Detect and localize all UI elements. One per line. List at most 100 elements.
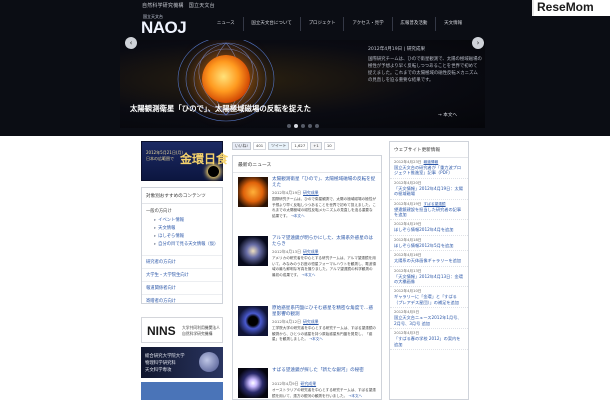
- facebook-like-button[interactable]: いいね!: [232, 142, 251, 150]
- news-title[interactable]: 原始惑星系円盤にひそむ惑星を精密な角度で…惑星影響の観測: [272, 306, 376, 318]
- slide-prev-arrow-icon[interactable]: ‹: [125, 37, 137, 49]
- panel-title: 対象別おすすめのコンテンツ: [142, 188, 222, 204]
- news-read-more[interactable]: →本文へ: [309, 337, 323, 341]
- news-category-link[interactable]: 研究成果: [303, 319, 319, 324]
- update-link[interactable]: 国立天文台ニュース2012年1月号、2月号、3月号 追加: [394, 315, 464, 326]
- update-date-text: 2012年4月3日: [394, 331, 420, 336]
- link-starry-sky[interactable]: ほしぞら情報: [142, 231, 222, 239]
- news-title[interactable]: アルマ望遠鏡が明らかにした、太陽系外惑星のはたらき: [272, 236, 376, 248]
- news-body: 工学院大学の研究者を中心とする研究チームは、すばる望遠鏡の観測から、ひとつの惑星…: [272, 326, 376, 343]
- social-share-bar: いいね! 401 ツイート 1,627 +1 10: [232, 141, 382, 151]
- news-category-link[interactable]: 研究成果: [303, 190, 319, 195]
- nav-about[interactable]: 国立天文台について: [242, 17, 300, 31]
- link-events[interactable]: イベント情報: [142, 215, 222, 223]
- annular-eclipse-banner[interactable]: 2012年5月21日(月) 日本の広範囲で 金環日食: [141, 141, 228, 181]
- news-thumbnail[interactable]: [238, 236, 268, 266]
- update-link[interactable]: 「すばる春の学校 2012」の案内を追加: [394, 336, 464, 347]
- update-item: 2012年4月10日 ギャラリーに「金環」と「すばる（プレアデス星団）」の補足を追…: [390, 287, 468, 309]
- nav-astro-info[interactable]: 天文情報: [435, 17, 470, 31]
- banner-line: 総合研究大学院大学: [145, 354, 185, 359]
- hero-description-line: の見直しを迫る重要な結果です。: [368, 78, 434, 83]
- link-researchers[interactable]: 研究者の方向け: [142, 255, 222, 268]
- news-title[interactable]: すばる望遠鏡が探した「新たな銀河」の秘密: [272, 368, 376, 374]
- news-thumbnail[interactable]: [238, 368, 268, 398]
- nav-outreach[interactable]: 広報普及活動: [391, 17, 436, 31]
- sokendai-banner[interactable]: 総合研究大学院大学 物理科学研究科 天文科学専攻: [141, 347, 223, 378]
- news-date-text: 2012年4月13日: [272, 249, 301, 254]
- slide-dot[interactable]: [315, 124, 319, 128]
- update-item: 2012年4月19日 ほしぞら情報2012年4月を追加: [390, 220, 468, 236]
- audience-general-label[interactable]: 一般の方向け: [142, 204, 222, 215]
- update-date-text: 2012年4月18日: [394, 237, 422, 242]
- news-date: 2012年4月12日 研究成果: [272, 319, 319, 325]
- news-date: 2012年4月13日 研究成果: [272, 249, 319, 255]
- update-item: 2012年4月16日 太陽系の天体画像ギャラリーを追加: [390, 251, 468, 267]
- gplus-button[interactable]: +1: [310, 142, 322, 150]
- bottom-banner[interactable]: [141, 382, 223, 400]
- news-date-text: 2012年4月9日: [272, 381, 299, 386]
- news-date-text: 2012年4月19日: [272, 190, 301, 195]
- news-body-text: アメリカの研究者を中心とする研究チームは、アルマ望遠鏡を用いて、みなみのうお座の…: [272, 256, 376, 277]
- link-donors[interactable]: 寄贈者の方向け: [142, 294, 222, 307]
- resemom-watermark: ReseMom: [532, 0, 610, 16]
- nav-news[interactable]: ニュース: [209, 17, 243, 31]
- slide-dot[interactable]: [308, 124, 312, 128]
- hero-description-line: 国際研究チームは、ひので衛星観測で、太陽の極域磁場の: [368, 57, 482, 62]
- slide-pagination: [287, 124, 319, 128]
- hero-slideshow[interactable]: 2012年4月19日 | 研究成果 国際研究チームは、ひので衛星観測で、太陽の極…: [120, 40, 485, 128]
- link-observe[interactable]: 自分の目で見る天文情報（仮）: [142, 239, 222, 247]
- nins-banner[interactable]: NINS 大学共同利用機関法人 自然科学研究機構: [141, 317, 223, 343]
- update-item: 2012年4月19日 すばる望遠鏡 望遠鏡建設を担当した研究者の記事を追加: [390, 200, 468, 221]
- update-link[interactable]: ギャラリーに「金環」と「すばる（プレアデス星団）」の補足を追加: [394, 294, 464, 305]
- update-category-link[interactable]: すばる望遠鏡: [424, 202, 446, 206]
- news-date: 2012年4月19日 研究成果: [272, 190, 319, 196]
- naoj-logo[interactable]: 国立天文台 NAOJ: [141, 11, 197, 41]
- hero-description-line: 極性が予想より早く反転しつつあることを世界で初めて: [368, 64, 478, 69]
- nav-access[interactable]: アクセス・見学: [343, 17, 391, 31]
- update-link[interactable]: ほしぞら情報2012年4月を追加: [394, 227, 464, 232]
- planet-icon: [199, 352, 219, 372]
- news-category-link[interactable]: 研究成果: [301, 381, 317, 386]
- banner-line: 物理科学研究科: [145, 361, 176, 366]
- tweet-button[interactable]: ツイート: [268, 142, 290, 150]
- link-press[interactable]: 報道関係者向け: [142, 281, 222, 294]
- nins-logo-text: NINS: [147, 324, 176, 338]
- slide-next-arrow-icon[interactable]: ›: [472, 37, 484, 49]
- news-date: 2012年4月9日 研究成果: [272, 381, 316, 387]
- news-body: オーストラリアの研究者を中心とする研究チームは、すばる望遠鏡を用いて、遠方の銀河…: [272, 388, 376, 399]
- update-link[interactable]: 「天文情報」2012年4月13日：金環の大橋画像: [394, 274, 464, 285]
- site-header: 自然科学研究機構 国立天文台 国立天文台 NAOJ ReseMom ニュース 国…: [0, 0, 610, 136]
- slide-dot[interactable]: [301, 124, 305, 128]
- eclipse-icon: [208, 166, 219, 177]
- update-item: 2012年4月5日 国立天文台ニュース2012年1月号、2月号、3月号 追加: [390, 308, 468, 330]
- link-students[interactable]: 大学生・大学院生向け: [142, 268, 222, 281]
- news-thumbnail[interactable]: [238, 177, 268, 207]
- slide-dot[interactable]: [294, 124, 298, 128]
- news-body: アメリカの研究者を中心とする研究チームは、アルマ望遠鏡を用いて、みなみのうお座の…: [272, 256, 376, 278]
- news-read-more[interactable]: →本文へ: [348, 394, 362, 398]
- update-link[interactable]: 国立天文台の研究者が「重力波プロジェクト推進室」記事（PDF）: [394, 165, 464, 176]
- hero-caption[interactable]: 太陽観測衛星「ひので」、太陽極域磁場の反転を捉えた: [130, 103, 311, 114]
- gplus-count: 10: [323, 142, 335, 150]
- update-date-text: 2012年4月16日: [394, 253, 422, 258]
- news-read-more[interactable]: →本文へ: [302, 273, 316, 277]
- link-astro-info[interactable]: 天文情報: [142, 223, 222, 231]
- update-category-link[interactable]: 報道情報: [424, 160, 439, 164]
- news-title[interactable]: 太陽観測衛星「ひので」、太陽極域磁場の反転を捉えた: [272, 177, 376, 189]
- news-thumbnail[interactable]: [238, 306, 268, 336]
- update-link[interactable]: 「天文情報」2012年4月19日：太陽の極域磁場: [394, 186, 464, 197]
- update-date-text: 2012年4月23日: [394, 160, 422, 164]
- update-link[interactable]: 望遠鏡建設を担当した研究者の記事を追加: [394, 207, 464, 218]
- update-item: 2012年4月3日 「すばる春の学校 2012」の案内を追加: [390, 329, 468, 350]
- update-link[interactable]: ほしぞら情報2012年5月を追加: [394, 243, 464, 248]
- org-name: 自然科学研究機構 国立天文台: [142, 3, 215, 9]
- hero-read-more-link[interactable]: → 本文へ: [438, 112, 457, 118]
- update-link[interactable]: 太陽系の天体画像ギャラリーを追加: [394, 258, 464, 263]
- banner-line: 天文科学専攻: [145, 368, 172, 373]
- update-date-text: 2012年4月10日: [394, 289, 422, 294]
- news-read-more[interactable]: →本文へ: [291, 214, 305, 218]
- slide-dot[interactable]: [287, 124, 291, 128]
- news-category-link[interactable]: 研究成果: [303, 249, 319, 254]
- nav-projects[interactable]: プロジェクト: [299, 17, 344, 31]
- nins-subtitle: 自然科学研究機構: [182, 331, 213, 336]
